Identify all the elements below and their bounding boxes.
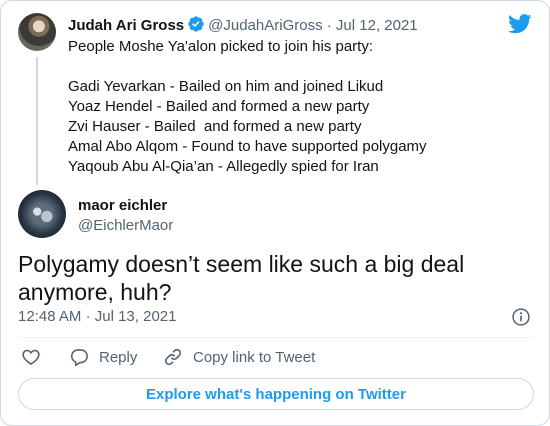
parent-author-handle[interactable]: @JudahAriGross <box>208 17 322 34</box>
like-button[interactable] <box>21 347 41 367</box>
parent-author-avatar[interactable] <box>18 13 56 51</box>
author-handle[interactable]: @EichlerMaor <box>78 217 173 234</box>
info-icon[interactable] <box>511 307 531 327</box>
parent-tweet-text: People Moshe Ya'alon picked to join his … <box>68 38 427 175</box>
copy-link-label: Copy link to Tweet <box>193 348 316 366</box>
divider <box>18 337 534 338</box>
reply-label: Reply <box>99 348 138 366</box>
copy-link-button[interactable]: Copy link to Tweet <box>163 347 315 367</box>
parent-author-name[interactable]: Judah Ari Gross <box>68 17 184 34</box>
parent-tweet[interactable]: Judah Ari Gross @JudahAriGross · Jul 12, … <box>18 13 534 185</box>
reply-icon <box>70 349 88 367</box>
tweet-text: Polygamy doesn’t seem like such a big de… <box>18 251 465 305</box>
separator-dot: · <box>326 17 332 34</box>
author-name[interactable]: maor eichler <box>78 197 167 214</box>
heart-icon <box>22 349 40 365</box>
explore-twitter-button[interactable]: Explore what's happening on Twitter <box>18 378 534 410</box>
verified-badge-icon <box>188 16 204 32</box>
tweet-timestamp[interactable]: 12:48 AM · Jul 13, 2021 <box>18 308 176 325</box>
twitter-bird-icon[interactable] <box>508 14 532 34</box>
parent-tweet-date[interactable]: Jul 12, 2021 <box>336 17 418 34</box>
link-icon <box>164 348 182 366</box>
tweet-time[interactable]: 12:48 AM <box>18 308 81 325</box>
tweet-embed-card: Judah Ari Gross @JudahAriGross · Jul 12, … <box>0 0 550 426</box>
reply-button[interactable]: Reply <box>69 347 137 367</box>
thread-connector-line <box>36 57 38 185</box>
tweet-date[interactable]: Jul 13, 2021 <box>95 308 177 325</box>
separator-dot: · <box>85 308 91 325</box>
parent-tweet-header: Judah Ari Gross @JudahAriGross · Jul 12, … <box>68 15 418 34</box>
author-avatar[interactable] <box>18 190 66 238</box>
